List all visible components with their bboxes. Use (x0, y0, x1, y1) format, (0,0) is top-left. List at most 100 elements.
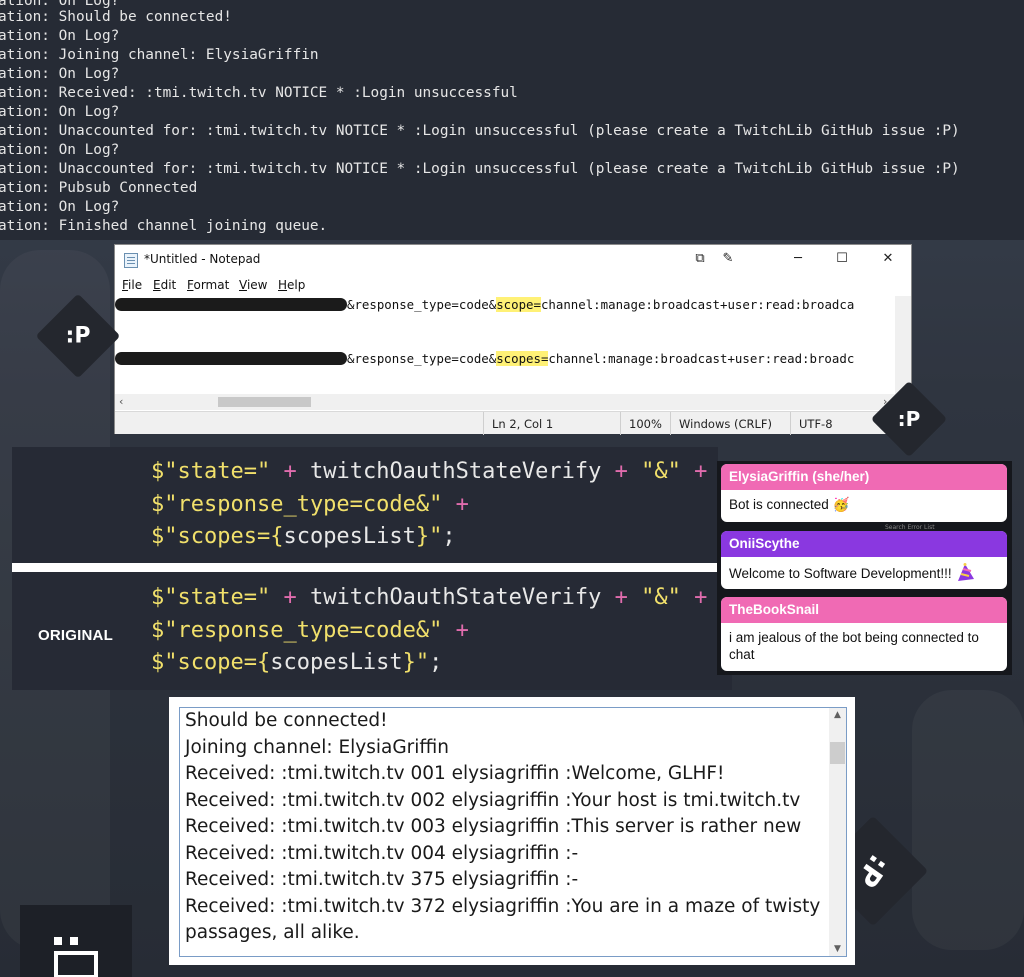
menu-file[interactable]: File (122, 278, 142, 292)
console-line: ormation: On Log? (0, 104, 120, 120)
string-token: "&" (641, 585, 681, 610)
maximize-button[interactable]: ☐ (833, 250, 851, 268)
log-frame: Should be connected! Joining channel: El… (169, 697, 855, 965)
code-line: $"response_type=code&" + (151, 488, 469, 521)
log-line: Joining channel: ElysiaGriffin (185, 736, 450, 758)
menu-help[interactable]: Help (278, 278, 305, 292)
code-line: $"state=" + twitchOauthStateVerify + "&"… (151, 581, 707, 614)
code-panel-original: $"state=" + twitchOauthStateVerify + "&"… (12, 572, 732, 690)
sticker-face: :P (65, 323, 91, 349)
text-segment: &response_type=code& (347, 351, 497, 366)
chat-message: OniiScythe Welcome to Software Developme… (721, 531, 1007, 589)
menu-format[interactable]: Format (187, 278, 229, 292)
code-line: $"state=" + twitchOauthStateVerify + "&"… (151, 455, 707, 488)
string-token: $"state=" (151, 585, 271, 610)
string-token: "&" (641, 459, 681, 484)
operator-token: + (680, 459, 708, 484)
scroll-thumb[interactable] (218, 397, 311, 407)
faint-search-text: Search Error List (885, 524, 935, 531)
log-line: Received: :tmi.twitch.tv 375 elysiagriff… (185, 869, 579, 890)
menu-bar: File Edit Format View Help (115, 276, 911, 296)
console-line: ormation: Finished channel joining queue… (0, 218, 328, 234)
redacted-url (115, 298, 347, 311)
pin-icon[interactable]: ✎ (719, 250, 737, 268)
encoding: UTF-8 (799, 417, 833, 431)
divider (12, 563, 718, 572)
window-title: *Untitled - Notepad (144, 252, 261, 266)
semicolon-token: ; (429, 650, 443, 675)
sticker-face: :P (897, 407, 921, 431)
scroll-up-icon[interactable]: ▲ (829, 710, 846, 720)
status-divider (620, 412, 621, 435)
status-divider (790, 412, 791, 435)
log-line: Received: :tmi.twitch.tv 004 elysiagriff… (185, 842, 579, 864)
text-segment: channel:manage:broadcast+user:read:broad… (548, 351, 855, 366)
code-line: $"response_type=code&" + (151, 614, 469, 647)
minimize-button[interactable]: ─ (789, 250, 807, 268)
status-divider (483, 412, 484, 435)
identifier-token: scopesList (283, 524, 416, 549)
chat-username[interactable]: ElysiaGriffin (she/her) (721, 464, 1007, 490)
log-line: Received: :tmi.twitch.tv 001 elysiagriff… (185, 763, 725, 784)
vertical-scrollbar[interactable]: ▲ ▼ (829, 708, 846, 956)
menu-view[interactable]: View (239, 278, 267, 292)
console-line: ormation: Unaccounted for: :tmi.twitch.t… (0, 161, 960, 177)
identifier-token: twitchOauthStateVerify (309, 459, 602, 484)
log-line: Received: :tmi.twitch.tv 003 elysiagriff… (185, 816, 802, 837)
console-line: ormation: On Log? (0, 142, 120, 158)
chat-panel: Search Error List ElysiaGriffin (she/her… (717, 461, 1012, 675)
sticker-face: :P (850, 848, 896, 894)
operator-token: + (442, 618, 469, 643)
string-token: }" (402, 650, 430, 675)
identifier-token: scopesList (270, 650, 403, 675)
status-divider (670, 412, 671, 435)
chat-message: TheBookSnail i am jealous of the bot bei… (721, 597, 1007, 671)
console-line: ormation: Should be connected! (0, 9, 232, 25)
party-hat-icon (958, 563, 975, 581)
code-line: $"scopes={scopesList}"; (151, 520, 456, 553)
chat-username[interactable]: OniiScythe (721, 531, 1007, 557)
string-token: $"response_type=code&" (151, 618, 443, 643)
string-token: $"scopes={ (151, 524, 284, 549)
identifier-token: twitchOauthStateVerify (309, 585, 602, 610)
string-token: }" (415, 524, 443, 549)
console-line: ormation: Pubsub Connected (0, 180, 198, 196)
chat-username[interactable]: TheBookSnail (721, 597, 1007, 623)
title-bar[interactable]: *Untitled - Notepad ⧉ ✎ ─ ☐ ✕ (115, 245, 911, 275)
menu-edit[interactable]: Edit (153, 278, 176, 292)
zoom-level: 100% (629, 417, 662, 431)
log-textbox[interactable]: Should be connected! Joining channel: El… (179, 707, 847, 957)
chat-message: ElysiaGriffin (she/her) Bot is connected… (721, 464, 1007, 522)
notepad-window: *Untitled - Notepad ⧉ ✎ ─ ☐ ✕ File Edit … (114, 244, 912, 435)
status-bar: Ln 2, Col 1 100% Windows (CRLF) UTF-8 (115, 411, 911, 435)
highlighted-text: scope= (496, 297, 541, 312)
chat-message-body: Bot is connected 🥳 (721, 490, 1007, 513)
operator-token: + (601, 459, 642, 484)
scroll-down-icon[interactable]: ▼ (829, 944, 846, 954)
close-button[interactable]: ✕ (879, 250, 897, 268)
text-line: &response_type=code&scope=channel:manage… (115, 296, 854, 314)
string-token: $"response_type=code&" (151, 492, 443, 517)
text-area[interactable]: &response_type=code&scope= channel:manage… (115, 296, 897, 395)
console-line: ormation: On Log? (0, 199, 120, 215)
console-line: ormation: On Log? (0, 28, 120, 44)
line-ending: Windows (CRLF) (679, 417, 773, 431)
chat-text: Welcome to Software Development!!! (729, 566, 952, 581)
text-line: &response_type=code&scopes=channel:manag… (115, 350, 854, 368)
vertical-scrollbar[interactable] (895, 296, 911, 395)
cursor-position: Ln 2, Col 1 (492, 417, 554, 431)
scroll-thumb[interactable] (830, 742, 845, 764)
console-line: ormation: Unaccounted for: :tmi.twitch.t… (0, 123, 960, 139)
operator-token: + (680, 585, 708, 610)
horizontal-scrollbar[interactable]: ‹ › (115, 394, 897, 410)
console-log: ormation: On Log? ormation: Should be co… (0, 0, 1024, 240)
party-face-emoji: 🥳 (832, 497, 850, 512)
share-icon[interactable]: ⧉ (691, 250, 709, 268)
background-blur (912, 690, 1024, 950)
console-line: ormation: Received: :tmi.twitch.tv NOTIC… (0, 85, 518, 101)
face-icon (54, 937, 98, 977)
scroll-left-icon[interactable]: ‹ (119, 394, 123, 410)
console-line: ormation: On Log? (0, 66, 120, 82)
code-line: $"scope={scopesList}"; (151, 646, 442, 679)
log-line: passages, all alike. (185, 922, 360, 943)
